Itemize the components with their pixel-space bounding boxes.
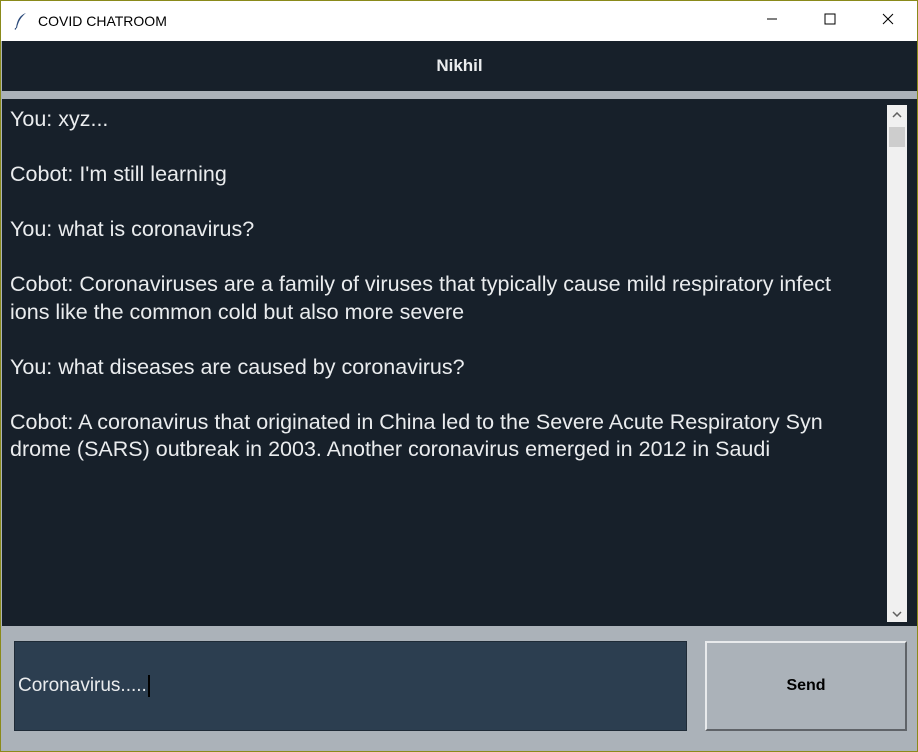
title-bar[interactable]: COVID CHATROOM bbox=[1, 1, 917, 41]
message-line: You: what is coronavirus? bbox=[10, 217, 255, 241]
app-window: COVID CHATROOM Nikhil You: xyz... Cobot:… bbox=[0, 0, 918, 752]
chat-message: You: what diseases are caused by coronav… bbox=[10, 354, 886, 382]
feather-icon bbox=[14, 12, 30, 30]
header-divider bbox=[2, 91, 917, 99]
send-button[interactable]: Send bbox=[705, 641, 907, 731]
message-line: Cobot: A coronavirus that originated in … bbox=[10, 409, 823, 434]
send-button-label: Send bbox=[786, 677, 826, 694]
message-line: ions like the common cold but also more … bbox=[10, 299, 465, 324]
close-button[interactable] bbox=[859, 1, 917, 41]
user-name: Nikhil bbox=[436, 56, 483, 75]
scroll-down-button[interactable] bbox=[887, 604, 907, 622]
window-title: COVID CHATROOM bbox=[38, 13, 167, 29]
message-line: You: xyz... bbox=[10, 107, 109, 131]
maximize-button[interactable] bbox=[801, 1, 859, 41]
message-line: You: what diseases are caused by coronav… bbox=[10, 354, 465, 379]
message-line: Cobot: Coronaviruses are a family of vir… bbox=[10, 272, 831, 296]
chat-message: Cobot: I'm still learning bbox=[10, 161, 886, 189]
chat-message: You: xyz... bbox=[10, 106, 886, 134]
message-line: Cobot: I'm still learning bbox=[10, 162, 227, 186]
scroll-up-button[interactable] bbox=[887, 105, 907, 123]
chat-message: Cobot: Coronaviruses are a family of vir… bbox=[10, 271, 886, 326]
chevron-up-icon bbox=[892, 105, 902, 123]
message-input-value: Coronavirus..... bbox=[18, 675, 147, 696]
chat-message: Cobot: A coronavirus that originated in … bbox=[10, 409, 886, 464]
close-icon bbox=[882, 12, 894, 30]
text-caret bbox=[147, 675, 150, 697]
message-line: drome (SARS) outbreak in 2003. Another c… bbox=[10, 437, 771, 461]
input-bar: Coronavirus..... Send bbox=[2, 626, 917, 751]
maximize-icon bbox=[824, 12, 836, 30]
chat-log[interactable]: You: xyz... Cobot: I'm still learning Yo… bbox=[2, 99, 917, 626]
chat-header: Nikhil bbox=[2, 41, 917, 91]
chat-message: You: what is coronavirus? bbox=[10, 216, 886, 244]
message-input[interactable]: Coronavirus..... bbox=[14, 641, 687, 731]
chevron-down-icon bbox=[892, 604, 902, 622]
minimize-button[interactable] bbox=[743, 1, 801, 41]
chat-scrollbar[interactable] bbox=[887, 105, 907, 622]
minimize-icon bbox=[766, 12, 778, 30]
chat-text-area: You: xyz... Cobot: I'm still learning Yo… bbox=[10, 106, 886, 491]
scrollbar-thumb[interactable] bbox=[889, 127, 905, 147]
